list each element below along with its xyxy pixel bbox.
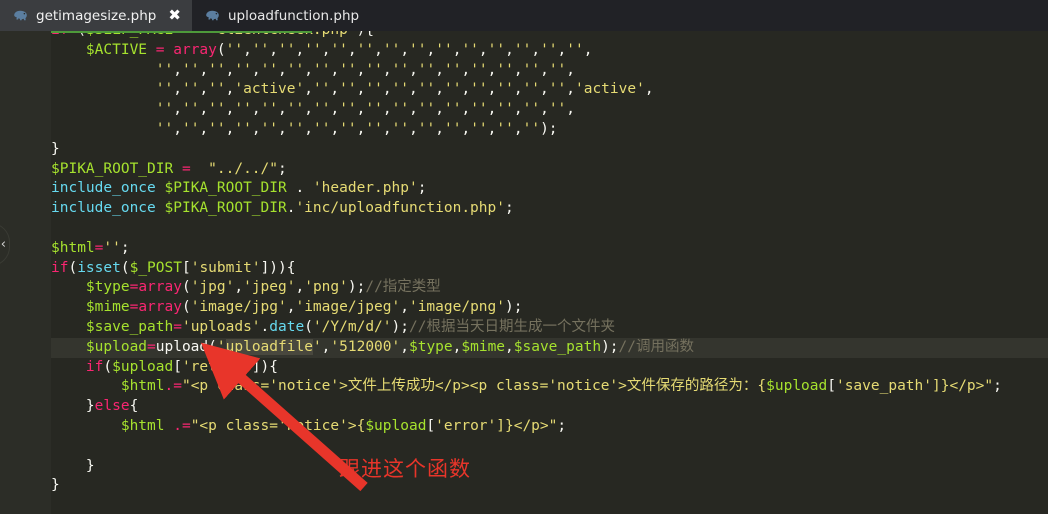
line-number-gutter [0, 31, 51, 514]
code-line[interactable]: 23– if($upload['return']){ [0, 358, 1048, 378]
code-text: } [51, 477, 60, 494]
code-line[interactable]: 29} [0, 476, 1048, 496]
code-text: $save_path='uploads'.date('/Y/m/d/');//根… [85, 319, 615, 335]
code-text: '','','','','','','','','','','','','','… [155, 101, 576, 118]
code-text: $html.="<p class='notice'>文件上传成功</p><p c… [120, 378, 1002, 395]
code-text: if($upload['return']){ [85, 358, 279, 375]
code-line[interactable]: 16 [0, 219, 1048, 239]
annotation-text: 跟进这个函数 [339, 457, 471, 481]
code-line[interactable]: 25– }else{ [0, 397, 1048, 417]
code-text: $type=array('jpg','jpeg','png');//指定类型 [85, 279, 441, 296]
code-line[interactable]: 13$PIKA_ROOT_DIR = "../../"; [0, 160, 1048, 180]
code-text: }else{ [51, 398, 139, 415]
tab-getimagesize-php[interactable]: getimagesize.php ✖ [0, 0, 192, 31]
code-line[interactable]: 20 $mime=array('image/jpg','image/jpeg',… [0, 298, 1048, 318]
editor-window: getimagesize.php ✖ uploadfunction.php ‹ … [0, 0, 1048, 514]
code-line[interactable]: 22 $upload=upload('uploadfile','512000',… [0, 337, 1048, 358]
tab-uploadfunction-php[interactable]: uploadfunction.php [191, 0, 371, 31]
tab-label: getimagesize.php [36, 7, 157, 24]
code-line[interactable]: 28 } [0, 457, 1048, 477]
code-text: } [51, 457, 95, 474]
close-icon[interactable]: ✖ [168, 8, 181, 23]
code-line[interactable]: 24 $html.="<p class='notice'>文件上传成功</p><… [0, 377, 1048, 397]
code-text: $html .="<p class='notice'>{$upload['err… [120, 418, 567, 434]
code-line[interactable]: 30 [0, 496, 1048, 514]
code-line[interactable]: 12} [0, 140, 1048, 160]
code-line[interactable]: 15include_once $PIKA_ROOT_DIR.'inc/uploa… [0, 199, 1048, 219]
tab-bar: getimagesize.php ✖ uploadfunction.php [0, 0, 1048, 31]
tab-bar-empty-space [370, 0, 1048, 31]
code-text: } [51, 140, 60, 157]
code-editor[interactable]: ‹ 10–if ($SELF_PAGE == 'clientcheck.php'… [0, 31, 1048, 514]
code-line[interactable]: 27 [0, 437, 1048, 457]
code-line[interactable]: 26 $html .="<p class='notice'>{$upload['… [0, 417, 1048, 437]
code-text: $upload=upload('uploadfile','512000',$ty… [85, 338, 695, 355]
code-text: '','','','','','','','','','','','','','… [155, 121, 558, 137]
code-line[interactable]: 21 $save_path='uploads'.date('/Y/m/d/');… [0, 318, 1048, 338]
code-text: include_once $PIKA_ROOT_DIR.'inc/uploadf… [51, 200, 514, 217]
tab-label: uploadfunction.php [227, 7, 360, 24]
code-line[interactable]: 17$html=''; [0, 239, 1048, 259]
code-text: '','','','','','','','','','','','','','… [155, 61, 576, 78]
code-line[interactable]: 14include_once $PIKA_ROOT_DIR . 'header.… [0, 179, 1048, 199]
php-elephant-icon [205, 9, 221, 22]
code-line[interactable]: '','','','','','','','','','','','','','… [0, 100, 1048, 120]
code-text: include_once $PIKA_ROOT_DIR . 'header.ph… [51, 180, 427, 197]
code-line[interactable]: 19 $type=array('jpg','jpeg','png');//指定类… [0, 278, 1048, 298]
code-line[interactable]: '','','','active','','','','','','','','… [0, 80, 1048, 100]
code-line[interactable]: 11 $ACTIVE = array('','','','','','','',… [0, 41, 1048, 61]
code-text: if(isset($_POST['submit'])){ [51, 259, 296, 276]
active-tab-underline [51, 31, 312, 33]
code-line[interactable]: '','','','','','','','','','','','','','… [0, 61, 1048, 81]
code-text: $PIKA_ROOT_DIR = "../../"; [51, 160, 287, 177]
php-elephant-icon [13, 9, 29, 22]
code-text: $html=''; [51, 239, 130, 256]
code-text: $ACTIVE = array('','','','','','','','',… [85, 41, 593, 58]
code-line[interactable]: '','','','','','','','','','','','','','… [0, 120, 1048, 140]
code-text: '','','','active','','','','','','','','… [155, 81, 654, 98]
code-text: $mime=array('image/jpg','image/jpeg','im… [85, 299, 523, 316]
code-content[interactable]: 10–if ($SELF_PAGE == 'clientcheck.php'){… [0, 31, 1048, 514]
code-line[interactable]: 18–if(isset($_POST['submit'])){ [0, 259, 1048, 279]
